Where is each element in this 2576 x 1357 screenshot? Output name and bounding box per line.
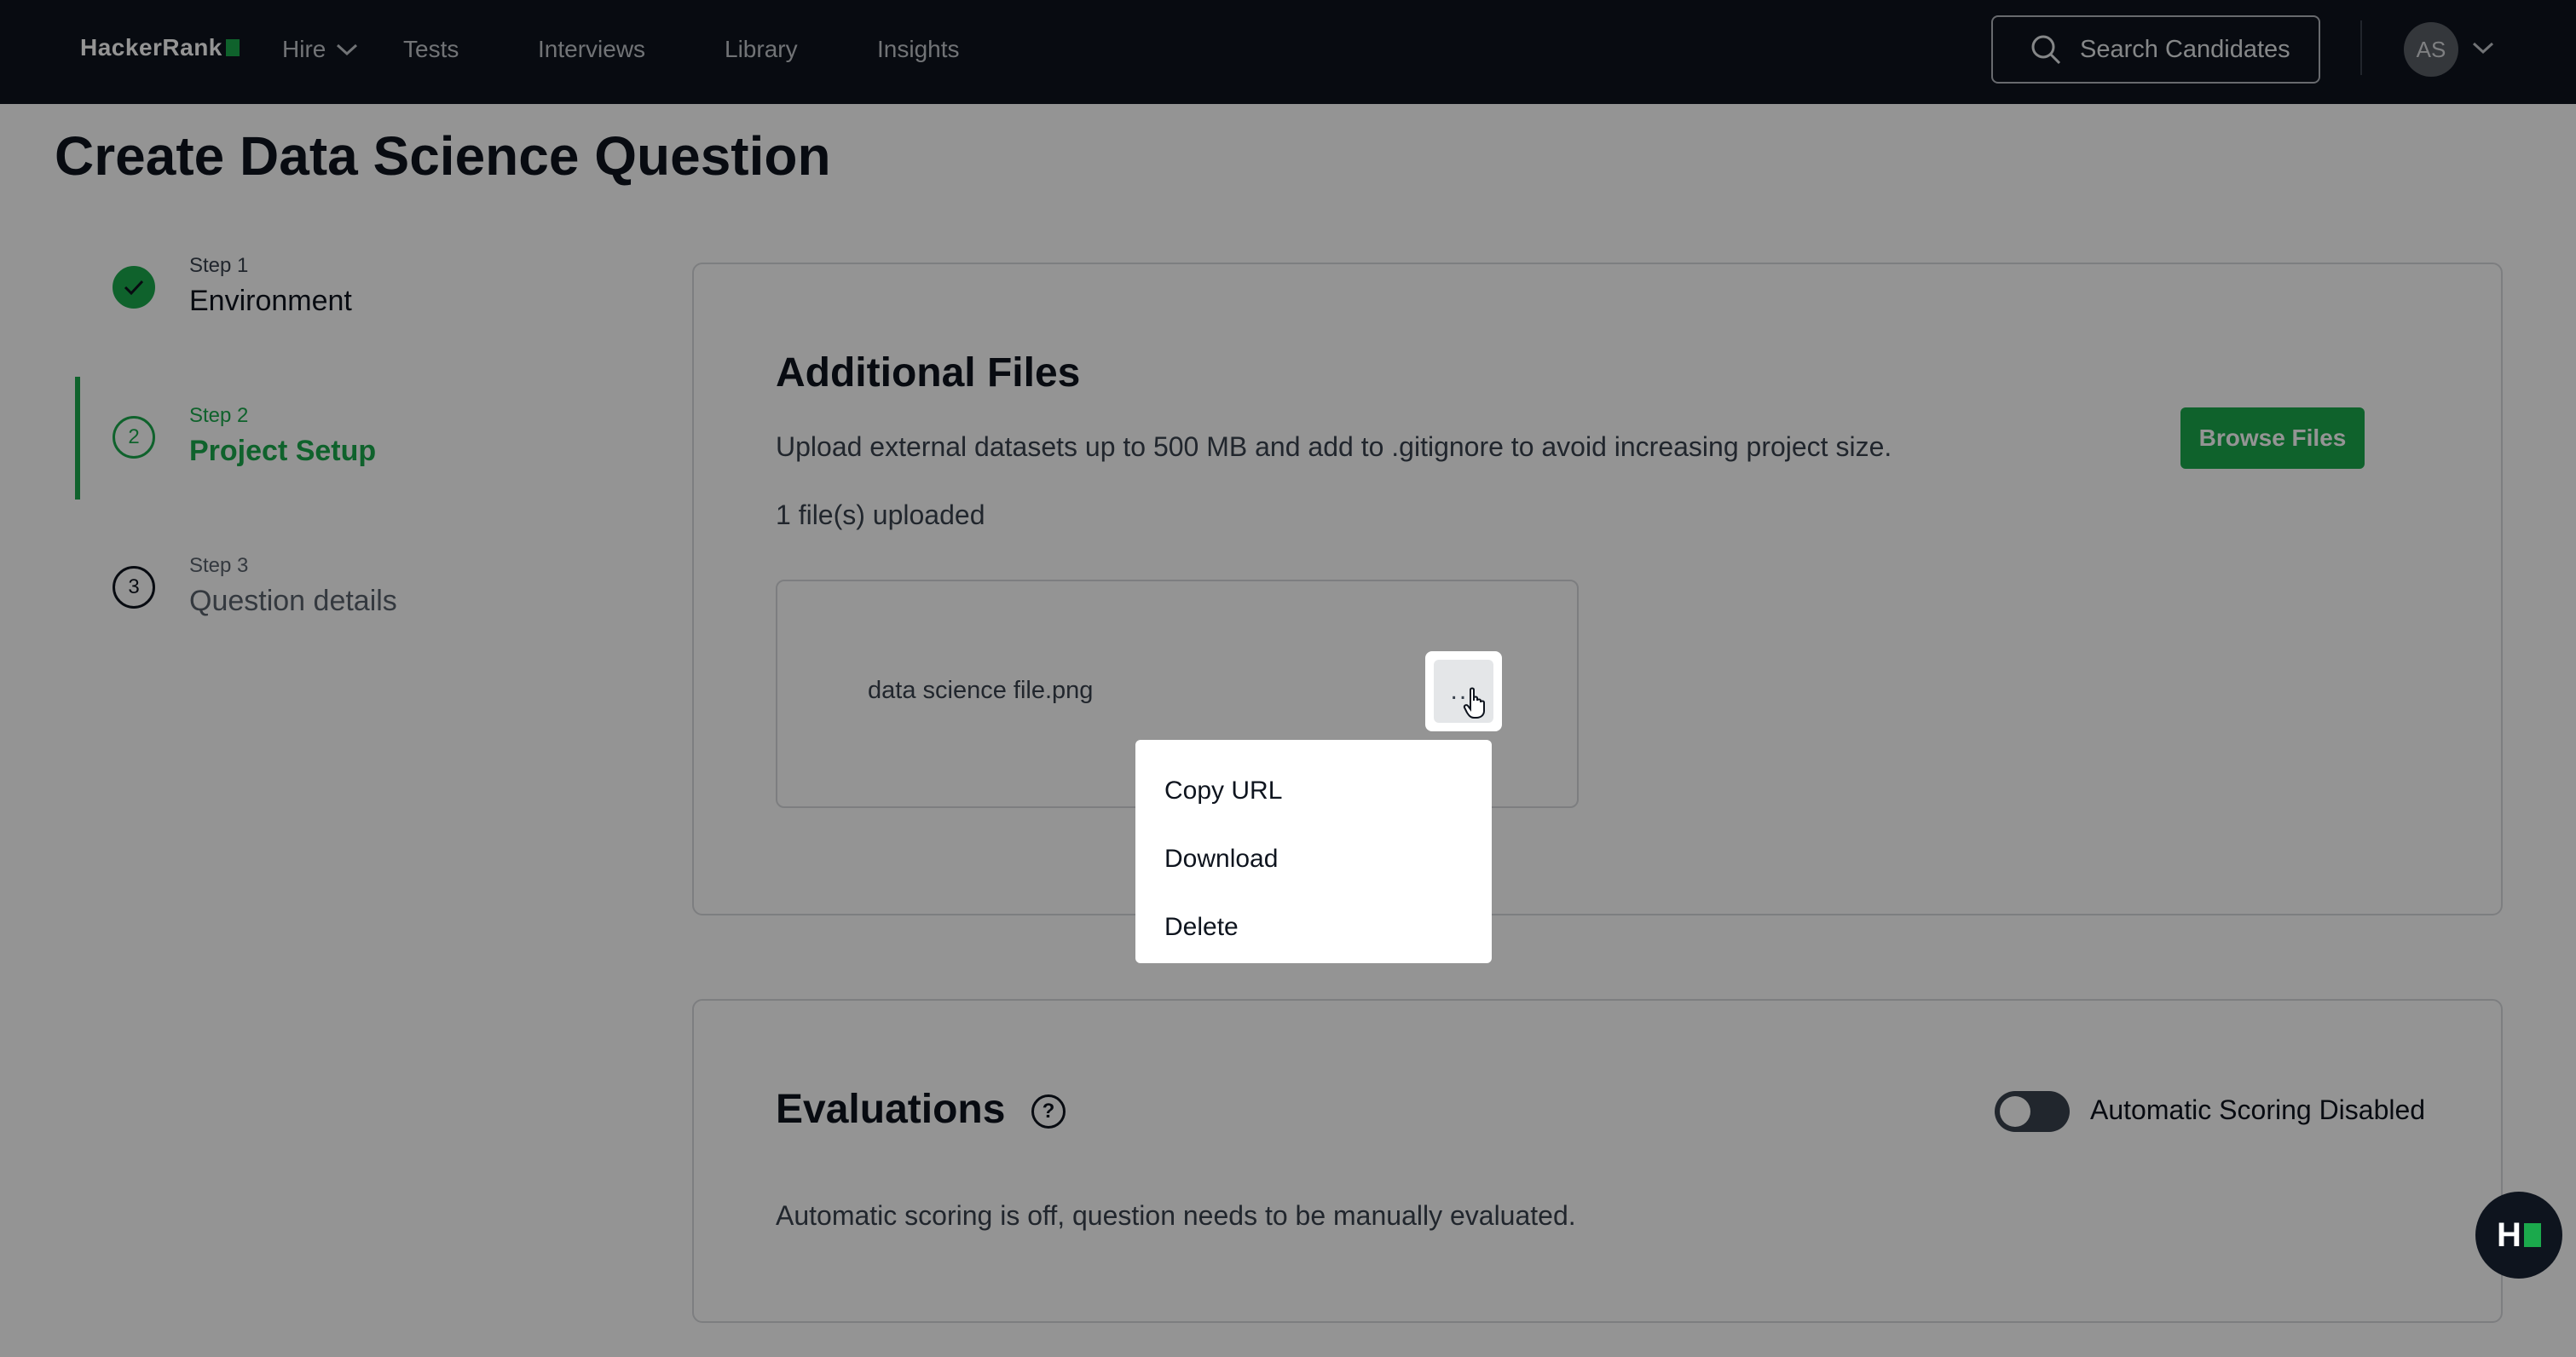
dim-overlay[interactable]	[0, 0, 2576, 1357]
hand-pointer-icon	[1463, 687, 1485, 719]
file-more-button-highlight: ...	[1425, 651, 1502, 731]
menu-item-download[interactable]: Download	[1135, 825, 1492, 893]
file-more-button[interactable]: ...	[1434, 660, 1493, 723]
logo-mark	[2523, 1223, 2541, 1247]
help-chat-button[interactable]: H	[2475, 1192, 2562, 1279]
help-chat-label: H	[2497, 1216, 2521, 1254]
menu-item-copy-url[interactable]: Copy URL	[1135, 757, 1492, 825]
file-context-menu: Copy URL Download Delete	[1135, 740, 1492, 963]
app-root: HackerRank Hire Tests Interviews Library…	[0, 0, 2576, 1357]
menu-item-delete[interactable]: Delete	[1135, 893, 1492, 961]
